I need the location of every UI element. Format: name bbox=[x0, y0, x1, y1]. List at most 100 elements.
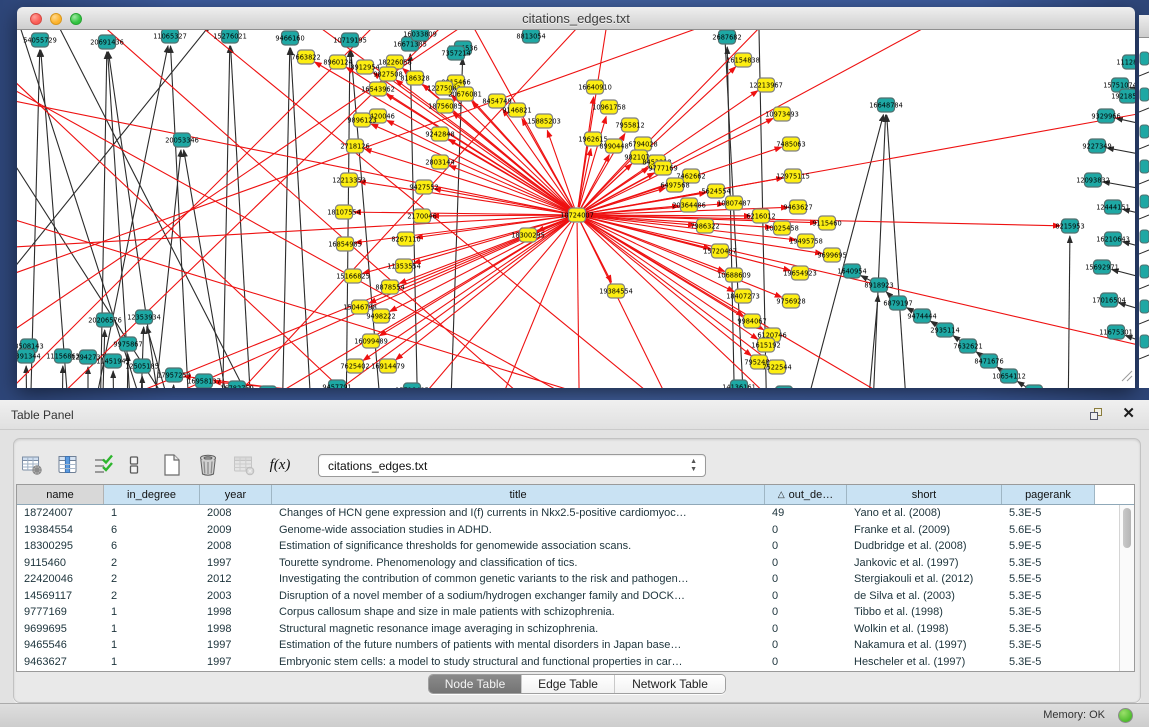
red-edge[interactable] bbox=[584, 30, 1050, 211]
cell-title[interactable]: Genome-wide association studies in ADHD. bbox=[272, 522, 765, 539]
network-node[interactable]: 20053346 bbox=[165, 133, 199, 147]
cell-out_de[interactable]: 0 bbox=[765, 571, 847, 588]
network-node[interactable]: 12353934 bbox=[127, 310, 161, 324]
black-edge[interactable] bbox=[872, 115, 886, 388]
black-edge[interactable] bbox=[17, 30, 150, 388]
cell-year[interactable]: 2012 bbox=[200, 571, 272, 588]
network-node[interactable]: 9699695 bbox=[817, 248, 846, 262]
cell-pagerank[interactable]: 5.3E-5 bbox=[1002, 621, 1095, 638]
cell-title[interactable]: Structural magnetic resonance image aver… bbox=[272, 621, 765, 638]
network-node[interactable]: 6879197 bbox=[883, 296, 912, 310]
cell-pagerank[interactable]: 5.3E-5 bbox=[1002, 505, 1095, 522]
tab-node-table[interactable]: Node Table bbox=[429, 675, 522, 693]
background-network-window[interactable] bbox=[1139, 15, 1149, 388]
show-columns-icon[interactable] bbox=[56, 452, 80, 478]
network-node[interactable]: 10973493 bbox=[765, 107, 799, 121]
table-row[interactable]: 1830029562008Estimation of significance … bbox=[17, 538, 1119, 555]
network-node[interactable]: 19495758 bbox=[789, 234, 823, 248]
red-edge[interactable] bbox=[17, 215, 569, 250]
network-node[interactable]: 20364486 bbox=[672, 198, 706, 212]
float-window-icon[interactable] bbox=[1090, 408, 1103, 421]
cell-out_de[interactable]: 0 bbox=[765, 621, 847, 638]
network-node[interactable]: 54055729 bbox=[23, 33, 57, 47]
network-node[interactable]: 7485063 bbox=[776, 137, 805, 151]
column-header-out_de[interactable]: △out_de… bbox=[765, 485, 847, 504]
cell-out_de[interactable]: 0 bbox=[765, 654, 847, 671]
resize-grip-icon[interactable] bbox=[1122, 371, 1132, 381]
red-edge[interactable] bbox=[365, 149, 570, 213]
cell-out_de[interactable]: 0 bbox=[765, 637, 847, 654]
cell-year[interactable]: 1998 bbox=[200, 621, 272, 638]
cell-short[interactable]: Hescheler et al. (1997) bbox=[847, 654, 1002, 671]
cell-name[interactable]: 9465546 bbox=[17, 637, 104, 654]
function-builder-icon[interactable]: f(x) bbox=[268, 452, 292, 478]
network-node[interactable]: 9466160 bbox=[275, 31, 304, 45]
scrollbar-thumb[interactable] bbox=[1123, 508, 1131, 548]
network-node[interactable]: 16640910 bbox=[578, 80, 612, 94]
network-node[interactable]: 8186328 bbox=[400, 71, 429, 85]
cell-short[interactable]: Tibbo et al. (1998) bbox=[847, 604, 1002, 621]
table-row[interactable]: 1938455462009Genome-wide association stu… bbox=[17, 522, 1119, 539]
cell-year[interactable]: 1997 bbox=[200, 637, 272, 654]
cell-title[interactable]: Changes of HCN gene expression and I(f) … bbox=[272, 505, 765, 522]
cell-in_degree[interactable]: 2 bbox=[104, 588, 200, 605]
red-edge[interactable] bbox=[581, 222, 612, 282]
cell-short[interactable]: Wolkin et al. (1998) bbox=[847, 621, 1002, 638]
table-row[interactable]: 911546021997Tourette syndrome. Phenomeno… bbox=[17, 555, 1119, 572]
black-edge[interactable] bbox=[172, 385, 174, 388]
memory-ok-indicator[interactable] bbox=[1118, 708, 1133, 723]
network-node[interactable]: 20691436 bbox=[90, 35, 124, 49]
network-node[interactable]: 8960124 bbox=[323, 55, 352, 69]
trash-icon[interactable] bbox=[196, 452, 220, 478]
network-node[interactable]: 8215953 bbox=[1055, 219, 1084, 233]
column-header-in_degree[interactable]: in_degree bbox=[104, 485, 200, 504]
black-edge[interactable] bbox=[62, 366, 63, 388]
cell-pagerank[interactable]: 5.3E-5 bbox=[1002, 604, 1095, 621]
cell-short[interactable]: Dudbridge et al. (2008) bbox=[847, 538, 1002, 555]
cell-title[interactable]: Corpus callosum shape and size in male p… bbox=[272, 604, 765, 621]
cell-in_degree[interactable]: 6 bbox=[104, 522, 200, 539]
black-edge[interactable] bbox=[41, 50, 70, 388]
network-node[interactable]: 14136161 bbox=[722, 380, 756, 388]
new-document-icon[interactable] bbox=[160, 452, 184, 478]
stacked-squares-icon[interactable] bbox=[128, 452, 140, 478]
cell-pagerank[interactable]: 5.3E-5 bbox=[1002, 555, 1095, 572]
network-node[interactable]: 10719195 bbox=[333, 33, 367, 47]
black-edge[interactable] bbox=[113, 371, 114, 388]
table-row[interactable]: 946362711997Embryonic stem cells: a mode… bbox=[17, 654, 1119, 671]
network-node[interactable]: 2170046 bbox=[407, 209, 436, 223]
tab-edge-table[interactable]: Edge Table bbox=[522, 675, 615, 693]
cell-year[interactable]: 1997 bbox=[200, 654, 272, 671]
table-row[interactable]: 2242004622012Investigating the contribut… bbox=[17, 571, 1119, 588]
network-node[interactable]: 10025458 bbox=[765, 221, 799, 235]
cell-out_de[interactable]: 0 bbox=[765, 522, 847, 539]
cell-in_degree[interactable]: 2 bbox=[104, 555, 200, 572]
red-edge[interactable] bbox=[214, 382, 702, 388]
cell-short[interactable]: Yano et al. (2008) bbox=[847, 505, 1002, 522]
network-node[interactable]: 1112843 bbox=[1116, 55, 1135, 69]
network-node[interactable]: 11065327 bbox=[153, 30, 187, 43]
network-node[interactable]: 10961758 bbox=[592, 100, 626, 114]
network-node[interactable]: 12444151 bbox=[1096, 200, 1130, 214]
cell-in_degree[interactable]: 2 bbox=[104, 571, 200, 588]
red-edge[interactable] bbox=[581, 222, 700, 388]
network-node[interactable]: 9975867 bbox=[113, 337, 142, 351]
cell-title[interactable]: Disruption of a novel member of a sodium… bbox=[272, 588, 765, 605]
network-node[interactable]: 12213967 bbox=[749, 78, 783, 92]
network-node[interactable]: 8813054 bbox=[516, 30, 545, 43]
network-graph[interactable]: 1872400776638228960124891295418226058982… bbox=[17, 30, 1135, 388]
black-edge[interactable] bbox=[231, 46, 252, 388]
black-edge[interactable] bbox=[140, 327, 144, 388]
network-node[interactable]: 18407273 bbox=[726, 289, 760, 303]
network-node[interactable]: 9329966 bbox=[1091, 109, 1120, 123]
column-header-name[interactable]: name bbox=[17, 485, 104, 504]
table-chooser-dropdown[interactable]: citations_edges.txt ▲▼ bbox=[318, 454, 706, 477]
network-node[interactable]: 15885203 bbox=[527, 114, 561, 128]
network-node[interactable]: 16099489 bbox=[354, 334, 388, 348]
network-node[interactable]: 9463627 bbox=[783, 200, 812, 214]
select-rows-checks-icon[interactable] bbox=[92, 452, 116, 478]
black-edge[interactable] bbox=[1112, 270, 1135, 282]
network-node[interactable]: 17016504 bbox=[1092, 293, 1126, 307]
cell-out_de[interactable]: 0 bbox=[765, 588, 847, 605]
network-node[interactable]: 7955812 bbox=[615, 118, 644, 132]
